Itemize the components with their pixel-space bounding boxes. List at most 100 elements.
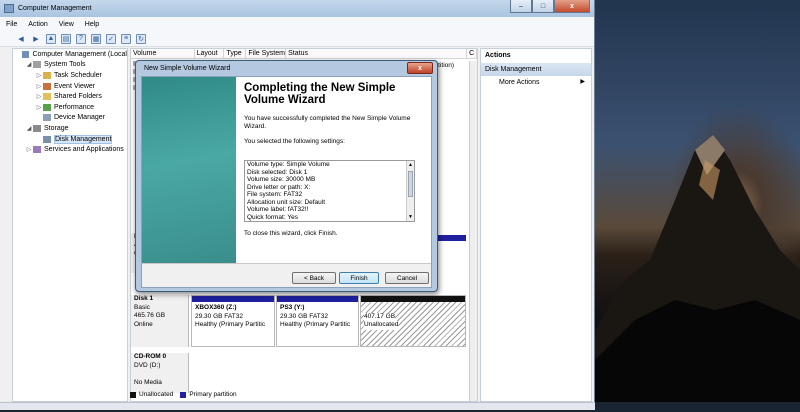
wizard-titlebar[interactable]: New Simple Volume Wizard x bbox=[136, 61, 437, 75]
wizard-close-hint: To close this wizard, click Finish. bbox=[244, 230, 338, 237]
scroll-thumb[interactable] bbox=[408, 171, 413, 197]
toolbar: ◀ ▶ ▲ ▤ ? ▦ ✓ ≡ ↻ bbox=[0, 31, 594, 47]
checklist-icon[interactable]: ✓ bbox=[106, 33, 116, 44]
menu-file[interactable]: File bbox=[6, 21, 17, 28]
tree-item-system-tools[interactable]: ◢ System Tools bbox=[13, 60, 127, 71]
collapse-arrow-icon[interactable]: ◢ bbox=[25, 61, 33, 68]
column-status[interactable]: Status bbox=[286, 49, 468, 58]
performance-icon bbox=[43, 103, 51, 111]
volume-column-headers: Volume Layout Type File System Status C bbox=[131, 49, 477, 59]
log-icon bbox=[43, 82, 51, 90]
vertical-scrollbar[interactable] bbox=[469, 61, 477, 401]
setting-line: Quick format: Yes bbox=[247, 213, 298, 221]
tree-item-label: Event Viewer bbox=[54, 82, 96, 90]
tree-item-shared-folders[interactable]: ▷ Shared Folders bbox=[13, 91, 127, 102]
expand-arrow-icon[interactable]: ▷ bbox=[35, 72, 43, 79]
disk1-label[interactable]: Disk 1 Basic 465.76 GB Online bbox=[131, 295, 189, 347]
tools-icon bbox=[33, 61, 41, 69]
tree-item-label: Computer Management (Local bbox=[32, 50, 127, 58]
more-actions-label: More Actions bbox=[499, 79, 540, 86]
storage-icon bbox=[33, 124, 41, 132]
properties-icon[interactable]: ▦ bbox=[91, 33, 101, 44]
scroll-up-icon[interactable]: ▲ bbox=[407, 161, 414, 169]
tree-item-services-and-applications[interactable]: ▷ Services and Applications bbox=[13, 144, 127, 155]
tree-item-performance[interactable]: ▷ Performance bbox=[13, 102, 127, 113]
device-icon bbox=[43, 114, 51, 122]
legend-unallocated-label: Unallocated bbox=[139, 391, 174, 398]
tree-item-label: Performance bbox=[54, 103, 95, 111]
expand-arrow-icon[interactable]: ▷ bbox=[35, 93, 43, 100]
tree-item-label: Shared Folders bbox=[54, 93, 102, 101]
up-folder-icon[interactable]: ▲ bbox=[46, 33, 56, 44]
tree-item-device-manager[interactable]: Device Manager bbox=[13, 113, 127, 124]
partition-status: Healthy (Primary Partitic bbox=[195, 321, 266, 328]
partition-status: Healthy (Primary Partitic bbox=[280, 321, 351, 328]
collapse-arrow-icon[interactable]: ◢ bbox=[25, 125, 33, 132]
cancel-button[interactable]: Cancel bbox=[385, 272, 429, 284]
console-tree: Computer Management (Local ◢ System Tools ▷… bbox=[12, 48, 128, 402]
tree-item-label: Device Manager bbox=[54, 114, 105, 122]
partition-size: 29.30 GB FAT32 bbox=[195, 312, 243, 320]
window-titlebar[interactable]: Computer Management – □ x bbox=[0, 0, 594, 17]
partition-status: Unallocated bbox=[364, 321, 399, 330]
menu-bar: File Action View Help bbox=[0, 17, 594, 31]
back-arrow-icon[interactable]: ◀ bbox=[16, 34, 26, 44]
partition-color-cap bbox=[277, 296, 358, 302]
partition-title: PS3 (Y:) bbox=[280, 304, 305, 311]
setting-line: Disk selected: Disk 1 bbox=[247, 168, 308, 176]
tree-item-event-viewer[interactable]: ▷ Event Viewer bbox=[13, 81, 127, 92]
cdrom-label[interactable]: CD-ROM 0 DVD (D:) No Media bbox=[131, 353, 189, 393]
column-type[interactable]: Type bbox=[224, 49, 247, 58]
column-layout[interactable]: Layout bbox=[195, 49, 225, 58]
column-volume[interactable]: Volume bbox=[131, 49, 195, 58]
back-button[interactable]: < Back bbox=[292, 272, 336, 284]
cdrom-size bbox=[134, 370, 188, 379]
maximize-button[interactable]: □ bbox=[532, 0, 554, 13]
legend-primary-swatch bbox=[180, 391, 187, 398]
export-list-icon[interactable]: ≡ bbox=[121, 33, 131, 44]
partition-xbox360[interactable]: XBOX360 (Z:) 29.30 GB FAT32 Healthy (Pri… bbox=[191, 295, 275, 347]
tree-item-label: Disk Management bbox=[54, 134, 113, 144]
expand-arrow-icon[interactable]: ▷ bbox=[35, 83, 43, 90]
close-button[interactable]: x bbox=[554, 0, 590, 13]
setting-line: Volume label: fAT32!! bbox=[247, 206, 309, 213]
tree-item-computer-management-local[interactable]: Computer Management (Local bbox=[13, 49, 127, 60]
wizard-settings-label: You selected the following settings: bbox=[244, 138, 345, 145]
tree-item-label: Storage bbox=[44, 124, 69, 132]
tree-item-storage[interactable]: ◢ Storage bbox=[13, 123, 127, 134]
expand-arrow-icon[interactable]: ▷ bbox=[25, 146, 33, 153]
refresh-icon[interactable]: ↻ bbox=[136, 33, 146, 44]
cdrom-name: CD-ROM 0 bbox=[134, 353, 167, 360]
summary-scrollbar[interactable]: ▲ ▼ bbox=[406, 161, 414, 221]
partition-title: XBOX360 (Z:) bbox=[195, 304, 237, 311]
setting-line: Volume size: 30000 MB bbox=[247, 176, 316, 183]
actions-section-disk-management[interactable]: Disk Management bbox=[481, 63, 591, 76]
tree-item-task-scheduler[interactable]: ▷ Task Scheduler bbox=[13, 70, 127, 81]
wizard-close-button[interactable]: x bbox=[407, 62, 433, 74]
settings-summary-box[interactable]: Volume type: Simple Volume Disk selected… bbox=[244, 160, 415, 222]
column-file-system[interactable]: File System bbox=[246, 49, 287, 58]
setting-line: Allocation unit size: Default bbox=[247, 198, 326, 206]
expand-arrow-icon[interactable]: ▷ bbox=[35, 104, 43, 111]
forward-arrow-icon[interactable]: ▶ bbox=[31, 34, 41, 44]
tree-item-disk-management[interactable]: Disk Management bbox=[13, 134, 127, 145]
column-capacity[interactable]: C bbox=[467, 49, 477, 58]
menu-view[interactable]: View bbox=[59, 21, 74, 28]
help-icon[interactable]: ? bbox=[76, 33, 86, 44]
partition-unallocated[interactable]: 407.17 GB Unallocated bbox=[360, 295, 466, 347]
menu-help[interactable]: Help bbox=[85, 21, 99, 28]
disk0-partition-bar[interactable] bbox=[436, 235, 466, 241]
minimize-button[interactable]: – bbox=[510, 0, 532, 13]
scroll-down-icon[interactable]: ▼ bbox=[407, 213, 414, 221]
partition-size: 407.17 GB bbox=[364, 312, 396, 321]
partition-ps3[interactable]: PS3 (Y:) 29.30 GB FAT32 Healthy (Primary… bbox=[276, 295, 359, 347]
disk1-state: Online bbox=[134, 320, 153, 328]
legend: Unallocated Primary partition bbox=[130, 391, 237, 398]
console-tree-icon[interactable]: ▤ bbox=[61, 33, 71, 44]
finish-button[interactable]: Finish bbox=[339, 272, 379, 284]
wizard-body: Completing the New Simple Volume Wizard … bbox=[141, 76, 432, 288]
wizard-intro: You have successfully completed the New … bbox=[244, 115, 411, 130]
menu-action[interactable]: Action bbox=[28, 21, 47, 28]
wizard-title: New Simple Volume Wizard bbox=[144, 64, 231, 72]
more-actions-item[interactable]: More Actions ▶ bbox=[481, 76, 591, 89]
